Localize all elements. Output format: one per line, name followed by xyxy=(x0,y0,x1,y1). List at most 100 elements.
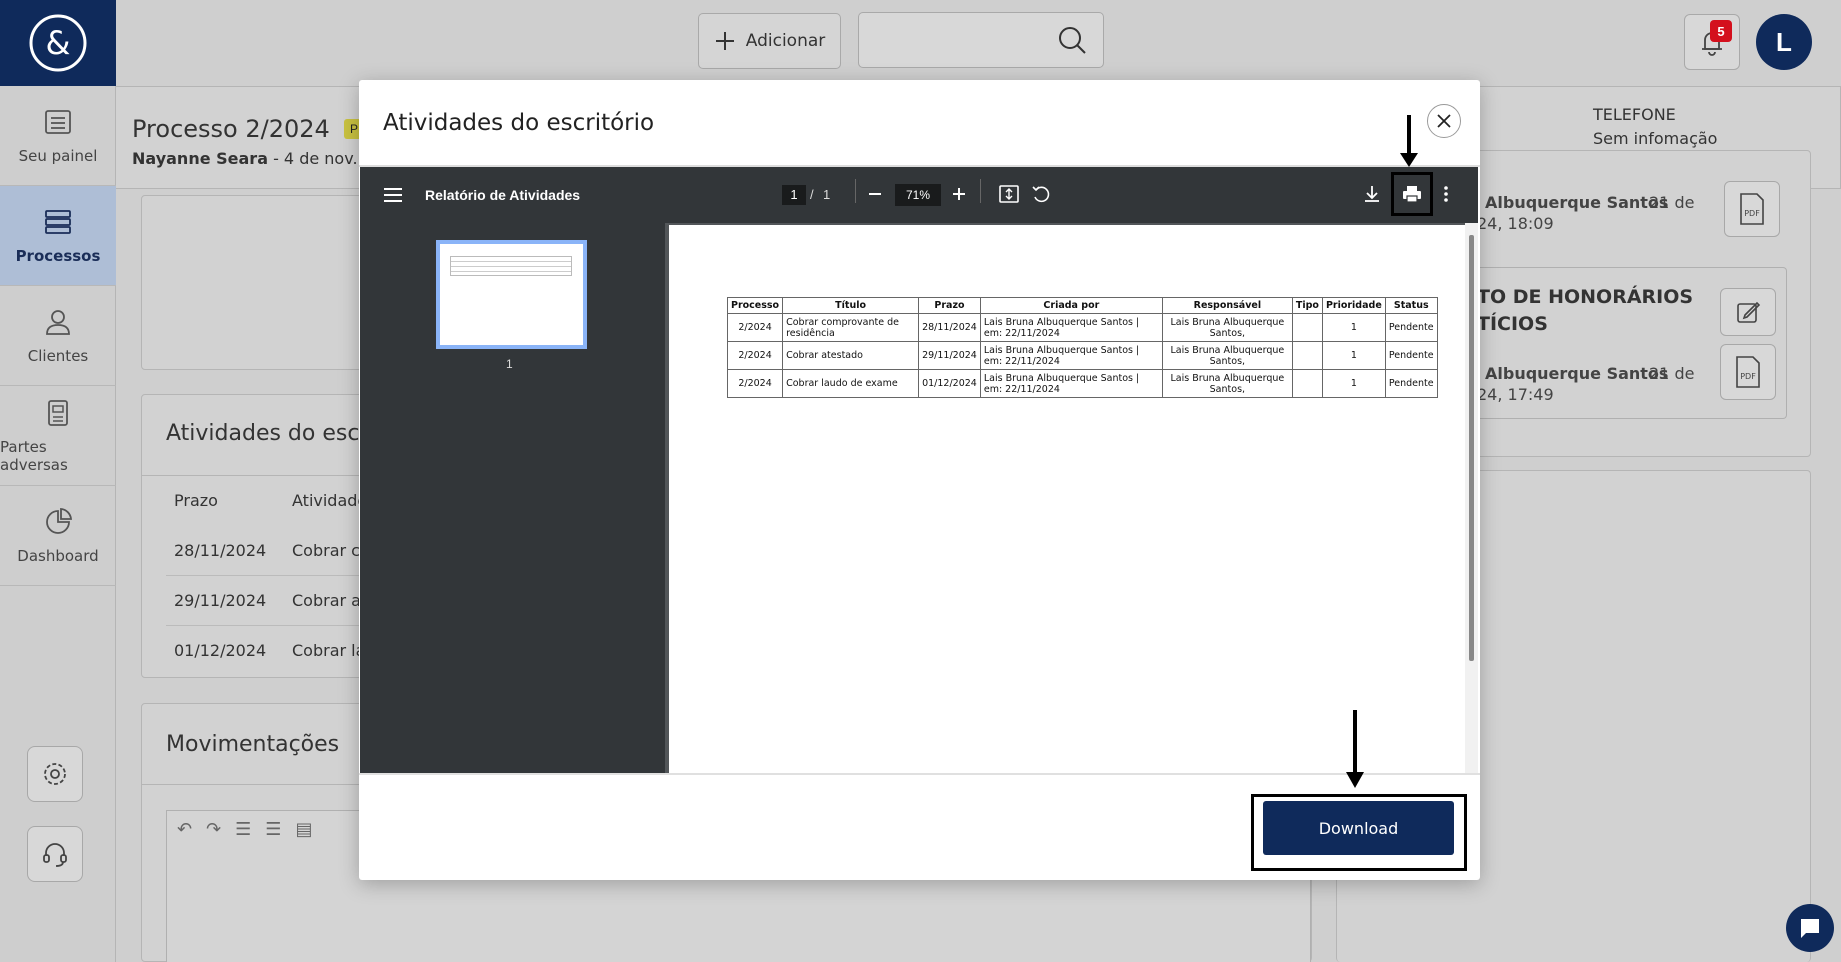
report-cell: Lais Bruna Albuquerque Santos, xyxy=(1161,313,1293,342)
sidebar-item-seu-painel[interactable]: Seu painel xyxy=(0,86,116,186)
menu-icon[interactable] xyxy=(384,187,402,203)
report-cell: 2/2024 xyxy=(726,341,784,370)
svg-text:PDF: PDF xyxy=(1740,372,1756,381)
table-row: 2/2024 Cobrar atestado 29/11/2024 Lais B… xyxy=(726,341,1438,370)
sidebar-item-processos[interactable]: Processos xyxy=(0,186,116,286)
sidebar-item-label: Partes adversas xyxy=(0,437,68,474)
doc-item: TO DE HONORÁRIOS TÍCIOS Albuquerque Sant… xyxy=(1477,267,1787,419)
printer-icon xyxy=(1403,186,1421,203)
report-cell: 2/2024 xyxy=(726,369,784,398)
report-header: Status xyxy=(1384,297,1438,314)
thumbnail-panel: 1 xyxy=(360,223,665,773)
report-cell: Pendente xyxy=(1384,369,1438,398)
rotate-icon[interactable] xyxy=(1031,184,1051,204)
info-card xyxy=(141,195,381,370)
sidebar-item-label: Seu painel xyxy=(18,146,98,165)
scrollbar[interactable] xyxy=(1465,223,1478,773)
stack-icon xyxy=(45,209,71,234)
report-cell: Lais Bruna Albuquerque Santos | em: 22/1… xyxy=(979,369,1163,398)
sidebar-item-partes-adversas[interactable]: Partes adversas xyxy=(0,386,116,486)
pdf-page: Processo Título Prazo Criada por Respons… xyxy=(669,225,1465,773)
report-cell: Lais Bruna Albuquerque Santos, xyxy=(1161,369,1293,398)
edit-icon xyxy=(1737,301,1761,323)
report-cell: 29/11/2024 xyxy=(918,341,981,370)
sidebar-item-dashboard[interactable]: Dashboard xyxy=(0,486,116,586)
pdf-icon: PDF xyxy=(1740,193,1764,225)
add-button-label: Adicionar xyxy=(745,31,826,51)
fit-page-icon[interactable] xyxy=(999,185,1019,203)
pdf-button[interactable]: PDF xyxy=(1720,344,1776,400)
activities-modal: Atividades do escritório Relatório de At… xyxy=(359,80,1480,880)
svg-text:&: & xyxy=(46,24,71,62)
report-cell xyxy=(1291,369,1323,398)
report-header: Prioridade xyxy=(1321,297,1386,314)
row-prazo: 01/12/2024 xyxy=(174,641,267,660)
notification-badge: 5 xyxy=(1710,20,1732,42)
search-icon[interactable] xyxy=(1057,25,1087,55)
print-button[interactable] xyxy=(1391,172,1433,216)
report-cell: Pendente xyxy=(1384,341,1438,370)
activities-title: Atividades do esc xyxy=(166,421,360,446)
report-cell: Pendente xyxy=(1384,313,1438,342)
editor-toolbar[interactable]: ↶↷☰☰▤ xyxy=(177,819,326,840)
sidebar-item-label: Dashboard xyxy=(17,546,99,565)
report-header: Título xyxy=(782,297,920,314)
avatar[interactable]: L xyxy=(1756,14,1812,70)
logo-icon: & xyxy=(29,14,87,72)
arrow-indicator xyxy=(1353,710,1357,754)
doc-author: Albuquerque Santos xyxy=(1485,193,1669,212)
pdf-button[interactable]: PDF xyxy=(1724,181,1780,237)
svg-text:PDF: PDF xyxy=(1744,209,1760,218)
sidebar-item-clientes[interactable]: Clientes xyxy=(0,286,116,386)
list-icon xyxy=(45,109,71,134)
close-button[interactable] xyxy=(1427,104,1461,138)
add-button[interactable]: Adicionar xyxy=(698,13,841,69)
report-header: Tipo xyxy=(1291,297,1323,314)
telefone-label: TELEFONE xyxy=(1593,105,1676,124)
report-cell: 01/12/2024 xyxy=(918,369,981,398)
doc-title-line1: TO DE HONORÁRIOS xyxy=(1477,286,1694,308)
doc-time: 24, 18:09 xyxy=(1477,214,1554,233)
pdf-doc-title: Relatório de Atividades xyxy=(425,187,581,203)
search-input[interactable] xyxy=(858,12,1104,68)
row-prazo: 28/11/2024 xyxy=(174,541,267,560)
page-separator: / xyxy=(810,187,814,202)
pdf-page-area: Processo Título Prazo Criada por Respons… xyxy=(665,223,1478,773)
sidebar-item-label: Clientes xyxy=(27,346,89,365)
zoom-input[interactable]: 71% xyxy=(895,184,941,206)
support-button[interactable] xyxy=(27,826,83,882)
page-thumbnail[interactable] xyxy=(436,240,587,349)
arrow-indicator xyxy=(1407,115,1411,155)
doc-time: 24, 17:49 xyxy=(1477,385,1554,404)
telefone-value: Sem infomação xyxy=(1593,129,1718,148)
activities-card: Atividades do esc Prazo Atividade 28/11/… xyxy=(141,394,382,678)
edit-button[interactable] xyxy=(1720,288,1776,336)
sidebar: & Seu painel Processos Clientes Partes a… xyxy=(0,0,116,962)
table-row: 2/2024 Cobrar laudo de exame 01/12/2024 … xyxy=(726,369,1438,398)
col-prazo: Prazo xyxy=(174,491,218,510)
doc-date: 21 de xyxy=(1649,193,1695,212)
close-icon xyxy=(1437,114,1451,128)
plus-icon xyxy=(715,32,734,50)
sidebar-item-label: Processos xyxy=(15,246,101,265)
download-button[interactable]: Download xyxy=(1263,801,1454,855)
report-cell: Lais Bruna Albuquerque Santos | em: 22/1… xyxy=(979,341,1163,370)
report-cell: 1 xyxy=(1321,369,1386,398)
zoom-in-icon[interactable] xyxy=(952,187,966,201)
report-cell: Cobrar comprovante de residência xyxy=(782,313,920,342)
zoom-out-icon[interactable] xyxy=(868,187,882,201)
app-logo[interactable]: & xyxy=(0,0,116,86)
more-options-icon[interactable] xyxy=(1443,185,1449,203)
col-atividade: Atividade xyxy=(292,491,368,510)
report-table: Processo Título Prazo Criada por Respons… xyxy=(726,297,1438,398)
page-number-input[interactable]: 1 xyxy=(782,185,806,205)
pdf-viewer: Relatório de Atividades 1 / 1 71% 1 Proc… xyxy=(360,167,1478,773)
report-cell: 2/2024 xyxy=(726,313,784,342)
report-header: Processo xyxy=(726,297,784,314)
download-icon[interactable] xyxy=(1364,185,1380,203)
document-icon xyxy=(48,399,68,426)
chat-button[interactable] xyxy=(1786,904,1834,952)
page-total: 1 xyxy=(823,187,831,202)
settings-button[interactable] xyxy=(27,746,83,802)
report-cell: 1 xyxy=(1321,341,1386,370)
